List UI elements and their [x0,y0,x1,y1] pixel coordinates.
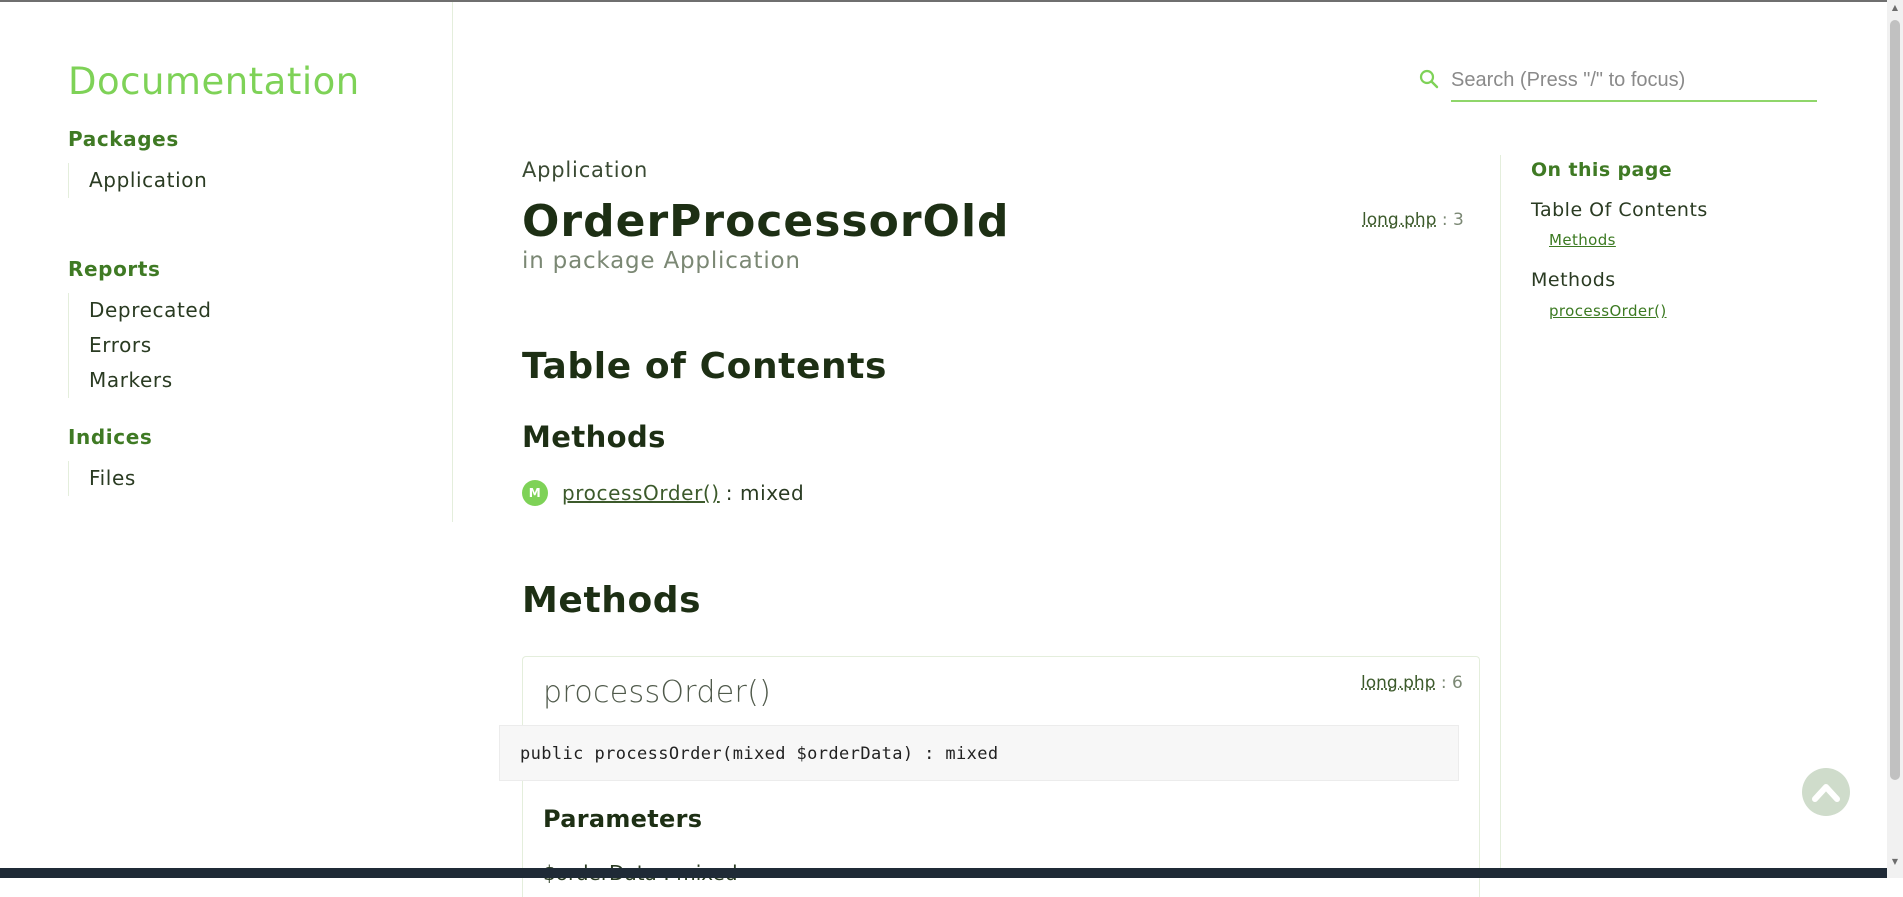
nav-section-packages: Packages Application [68,127,207,198]
method-card: processOrder() long.php : 6 public proce… [499,656,1480,897]
method-file-reference: long.php : 6 [1361,673,1463,693]
on-this-page-methods[interactable]: Methods [1531,269,1616,291]
nav-section-indices: Indices Files [68,425,152,496]
taskbar-strip [0,868,1887,878]
toc-heading: Table of Contents [522,346,888,387]
nav-item-deprecated[interactable]: Deprecated [89,293,212,328]
nav-heading-packages: Packages [68,127,179,151]
nav-list-packages: Application [68,163,207,198]
chevron-up-icon [1812,784,1840,802]
method-badge-icon: M [522,480,548,506]
scrollbar[interactable]: ▲ ▼ [1887,0,1903,878]
toc-methods-heading: Methods [522,420,666,454]
method-name: processOrder() [543,675,772,710]
nav-list-indices: Files [68,461,152,496]
page-subtitle: in package Application [522,248,801,274]
nav-heading-indices: Indices [68,425,153,449]
class-file-reference: long.php : 3 [1362,210,1464,230]
nav-item-errors[interactable]: Errors [89,328,212,363]
toc-method-entry: M processOrder() : mixed [522,480,804,506]
scroll-down-arrow-icon[interactable]: ▼ [1891,858,1899,866]
scroll-up-arrow-icon[interactable]: ▲ [1891,4,1899,12]
brand-title[interactable]: Documentation [68,60,360,103]
nav-section-reports: Reports Deprecated Errors Markers [68,257,212,398]
on-this-page-heading: On this page [1531,159,1673,181]
nav-item-markers[interactable]: Markers [89,363,212,398]
on-this-page-toc[interactable]: Table Of Contents [1531,199,1708,221]
method-file-line: : 6 [1440,673,1463,693]
method-file-link[interactable]: long.php [1361,673,1435,693]
search-icon [1419,69,1439,89]
nav-item-files[interactable]: Files [89,461,152,496]
nav-list-reports: Deprecated Errors Markers [68,293,212,398]
class-file-line: : 3 [1441,210,1464,230]
toc-method-return-type: : mixed [725,481,805,505]
methods-heading: Methods [522,580,702,621]
on-this-page-toc-methods-link[interactable]: Methods [1549,231,1616,249]
on-this-page-processorder-link[interactable]: processOrder() [1549,302,1667,320]
method-signature: public processOrder(mixed $orderData) : … [499,725,1459,781]
sidebar: Documentation Packages Application Repor… [0,2,453,522]
class-file-link[interactable]: long.php [1362,210,1436,230]
parameters-heading: Parameters [543,805,703,833]
nav-heading-reports: Reports [68,257,161,281]
breadcrumb[interactable]: Application [522,158,648,182]
page-title: OrderProcessorOld [522,196,1010,247]
toc-method-link[interactable]: processOrder() [562,481,720,505]
scrollbar-thumb[interactable] [1890,20,1900,780]
search-input[interactable] [1451,60,1817,102]
nav-item-application[interactable]: Application [89,163,207,198]
on-this-page: On this page Table Of Contents Methods M… [1500,155,1801,875]
back-to-top-button[interactable] [1802,768,1850,816]
